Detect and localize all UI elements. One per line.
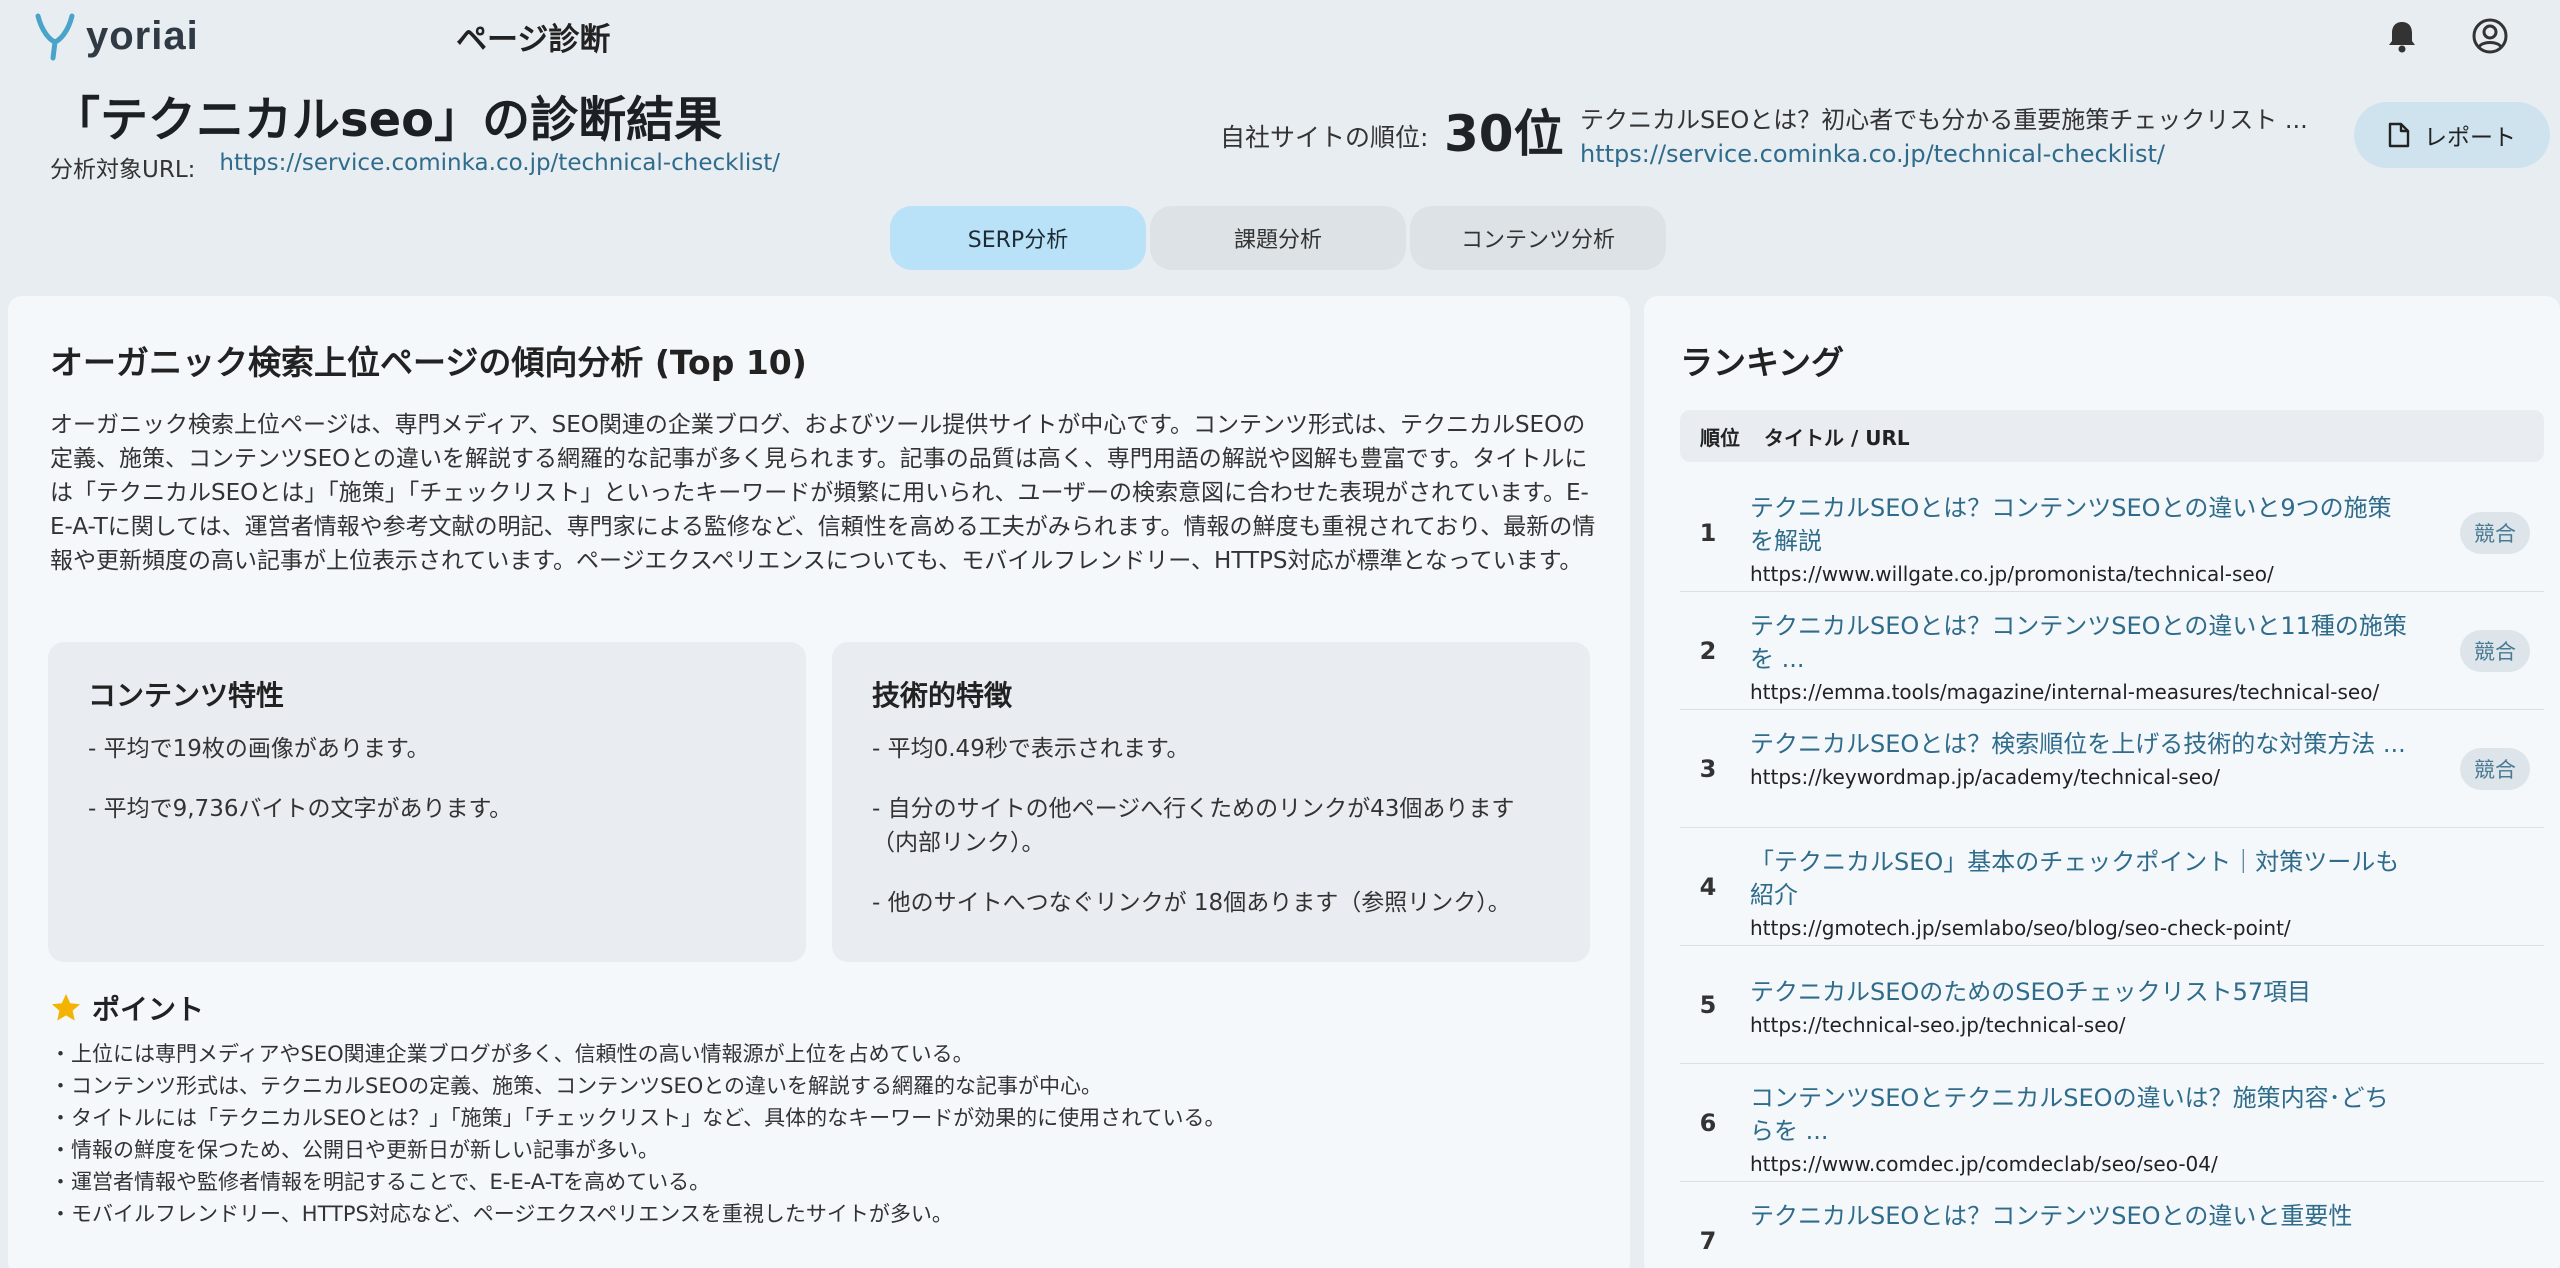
ranking-heading: ランキング xyxy=(1680,343,1845,382)
point-item: ・情報の鮮度を保つため、公開日や更新日が新しい記事が多い。 xyxy=(50,1138,659,1162)
app-title: ページ診断 xyxy=(456,22,611,58)
row-title-link[interactable]: コンテンツSEOとテクニカルSEOの違いは？施策内容･どちらを ... xyxy=(1750,1082,2410,1148)
top-bar: yoriai ページ診断 xyxy=(0,0,2560,72)
own-rank-value: 30位 xyxy=(1444,105,1564,163)
row-rank: 2 xyxy=(1699,637,1717,665)
column-rank: 順位 xyxy=(1700,425,1740,450)
tech-card-item: - 平均0.49秒で表示されます。 xyxy=(872,736,1190,762)
row-rank: 4 xyxy=(1699,873,1717,901)
brand-name: yoriai xyxy=(86,13,199,58)
star-icon xyxy=(52,994,80,1021)
point-item: ・モバイルフレンドリー、HTTPS対応など、ページエクスペリエンスを重視したサイ… xyxy=(50,1202,953,1226)
point-item: ・タイトルには「テクニカルSEOとは？」「施策」「チェックリスト」など、具体的な… xyxy=(50,1106,1226,1130)
bell-icon[interactable] xyxy=(2382,16,2422,56)
own-rank-page-title: テクニカルSEOとは？初心者でも分かる重要施策チェックリスト ... xyxy=(1580,106,2308,134)
row-title-link[interactable]: テクニカルSEOとは？検索順位を上げる技術的な対策方法 ... xyxy=(1750,728,2410,761)
ranking-row: 6 コンテンツSEOとテクニカルSEOの違いは？施策内容･どちらを ... ht… xyxy=(1680,1064,2544,1182)
ranking-rows: 1 テクニカルSEOとは？コンテンツSEOとの違いと9つの施策を解説 https… xyxy=(1680,474,2544,1268)
ranking-row: 2 テクニカルSEOとは？コンテンツSEOとの違いと11種の施策を ... ht… xyxy=(1680,592,2544,710)
row-url: https://keywordmap.jp/academy/technical-… xyxy=(1750,765,2220,789)
competitor-badge: 競合 xyxy=(2460,748,2530,790)
row-rank: 6 xyxy=(1699,1109,1717,1137)
tab-content[interactable]: コンテンツ分析 xyxy=(1410,206,1666,270)
row-title-link[interactable]: 「テクニカルSEO」基本のチェックポイント｜対策ツールも紹介 xyxy=(1750,846,2410,912)
trend-analysis-panel: オーガニック検索上位ページの傾向分析 (Top 10) オーガニック検索上位ペー… xyxy=(8,296,1630,1268)
logo-mark-icon xyxy=(35,13,75,61)
tech-card-item: - 他のサイトへつなぐリンクが 18個あります（参照リンク）。 xyxy=(872,890,1511,916)
tab-issues[interactable]: 課題分析 xyxy=(1150,206,1406,270)
content-card-title: コンテンツ特性 xyxy=(88,679,285,712)
document-icon xyxy=(2388,122,2410,148)
ranking-table-header: 順位 タイトル / URL xyxy=(1680,410,2544,462)
tab-serp[interactable]: SERP分析 xyxy=(890,206,1146,270)
account-icon[interactable] xyxy=(2470,16,2510,56)
row-title-link[interactable]: テクニカルSEOとは？コンテンツSEOとの違いと9つの施策を解説 xyxy=(1750,492,2410,558)
point-item: ・運営者情報や監修者情報を明記することで、E-E-A-Tを高めている。 xyxy=(50,1170,711,1194)
analysis-tabs: SERP分析 課題分析 コンテンツ分析 xyxy=(890,206,1666,270)
own-rank-label: 自社サイトの順位: xyxy=(1220,123,1429,152)
content-card-item: - 平均で19枚の画像があります。 xyxy=(88,736,430,762)
target-url-link[interactable]: https://service.cominka.co.jp/technical-… xyxy=(219,150,780,184)
own-rank-page-url[interactable]: https://service.cominka.co.jp/technical-… xyxy=(1580,140,2165,168)
trend-summary: オーガニック検索上位ページは、専門メディア、SEO関連の企業ブログ、およびツール… xyxy=(50,412,1596,574)
point-title: ポイント xyxy=(92,993,205,1026)
column-title-url: タイトル / URL xyxy=(1764,425,1910,450)
ranking-row: 4 「テクニカルSEO」基本のチェックポイント｜対策ツールも紹介 https:/… xyxy=(1680,828,2544,946)
technical-features-card: 技術的特徴 - 平均0.49秒で表示されます。 - 自分のサイトの他ページへ行く… xyxy=(832,642,1590,962)
row-rank: 3 xyxy=(1699,755,1717,783)
ranking-panel: ランキング 順位 タイトル / URL 1 テクニカルSEOとは？コンテンツSE… xyxy=(1644,296,2560,1268)
ranking-row: 3 テクニカルSEOとは？検索順位を上げる技術的な対策方法 ... https:… xyxy=(1680,710,2544,828)
page-title: 「テクニカルseo」の診断結果 xyxy=(52,92,723,148)
point-item: ・上位には専門メディアやSEO関連企業ブログが多く、信頼性の高い情報源が上位を占… xyxy=(50,1042,974,1066)
trend-analysis-heading: オーガニック検索上位ページの傾向分析 (Top 10) xyxy=(50,343,807,382)
page-header: 「テクニカルseo」の診断結果 分析対象URL: https://service… xyxy=(0,72,2560,202)
target-url-line: 分析対象URL: https://service.cominka.co.jp/t… xyxy=(50,150,780,184)
point-item: ・コンテンツ形式は、テクニカルSEOの定義、施策、コンテンツSEOとの違いを解説… xyxy=(50,1074,1103,1098)
row-title-link[interactable]: テクニカルSEOのためのSEOチェックリスト57項目 xyxy=(1750,976,2410,1009)
row-rank: 5 xyxy=(1699,991,1717,1019)
ranking-row: 7 テクニカルSEOとは？コンテンツSEOとの違いと重要性 xyxy=(1680,1182,2544,1268)
ranking-row: 1 テクニカルSEOとは？コンテンツSEOとの違いと9つの施策を解説 https… xyxy=(1680,474,2544,592)
report-button-label: レポート xyxy=(2424,125,2516,151)
row-url: https://technical-seo.jp/technical-seo/ xyxy=(1750,1013,2126,1037)
competitor-badge: 競合 xyxy=(2460,630,2530,672)
row-url: https://emma.tools/magazine/internal-mea… xyxy=(1750,680,2380,704)
row-title-link[interactable]: テクニカルSEOとは？コンテンツSEOとの違いと11種の施策を ... xyxy=(1750,610,2410,676)
tech-card-title: 技術的特徴 xyxy=(872,679,1013,712)
row-rank: 1 xyxy=(1699,519,1717,547)
logo[interactable]: yoriai xyxy=(32,8,199,64)
row-url: https://gmotech.jp/semlabo/seo/blog/seo-… xyxy=(1750,916,2291,940)
ranking-row: 5 テクニカルSEOのためのSEOチェックリスト57項目 https://tec… xyxy=(1680,946,2544,1064)
competitor-badge: 競合 xyxy=(2460,512,2530,554)
content-characteristics-card: コンテンツ特性 - 平均で19枚の画像があります。 - 平均で9,736バイトの… xyxy=(48,642,806,962)
row-title-link[interactable]: テクニカルSEOとは？コンテンツSEOとの違いと重要性 xyxy=(1750,1200,2410,1233)
target-url-label: 分析対象URL: xyxy=(50,157,196,183)
report-button[interactable]: レポート xyxy=(2354,102,2550,168)
content-card-item: - 平均で9,736バイトの文字があります。 xyxy=(88,796,513,822)
row-url: https://www.willgate.co.jp/promonista/te… xyxy=(1750,562,2274,586)
point-list: ・上位には専門メディアやSEO関連企業ブログが多く、信頼性の高い情報源が上位を占… xyxy=(50,1038,1225,1230)
point-header: ポイント xyxy=(50,988,204,1028)
tech-card-item: - 自分のサイトの他ページへ行くためのリンクが43個あります（内部リンク）。 xyxy=(872,796,1515,856)
row-url: https://www.comdec.jp/comdeclab/seo/seo-… xyxy=(1750,1152,2218,1176)
row-rank: 7 xyxy=(1699,1227,1717,1255)
